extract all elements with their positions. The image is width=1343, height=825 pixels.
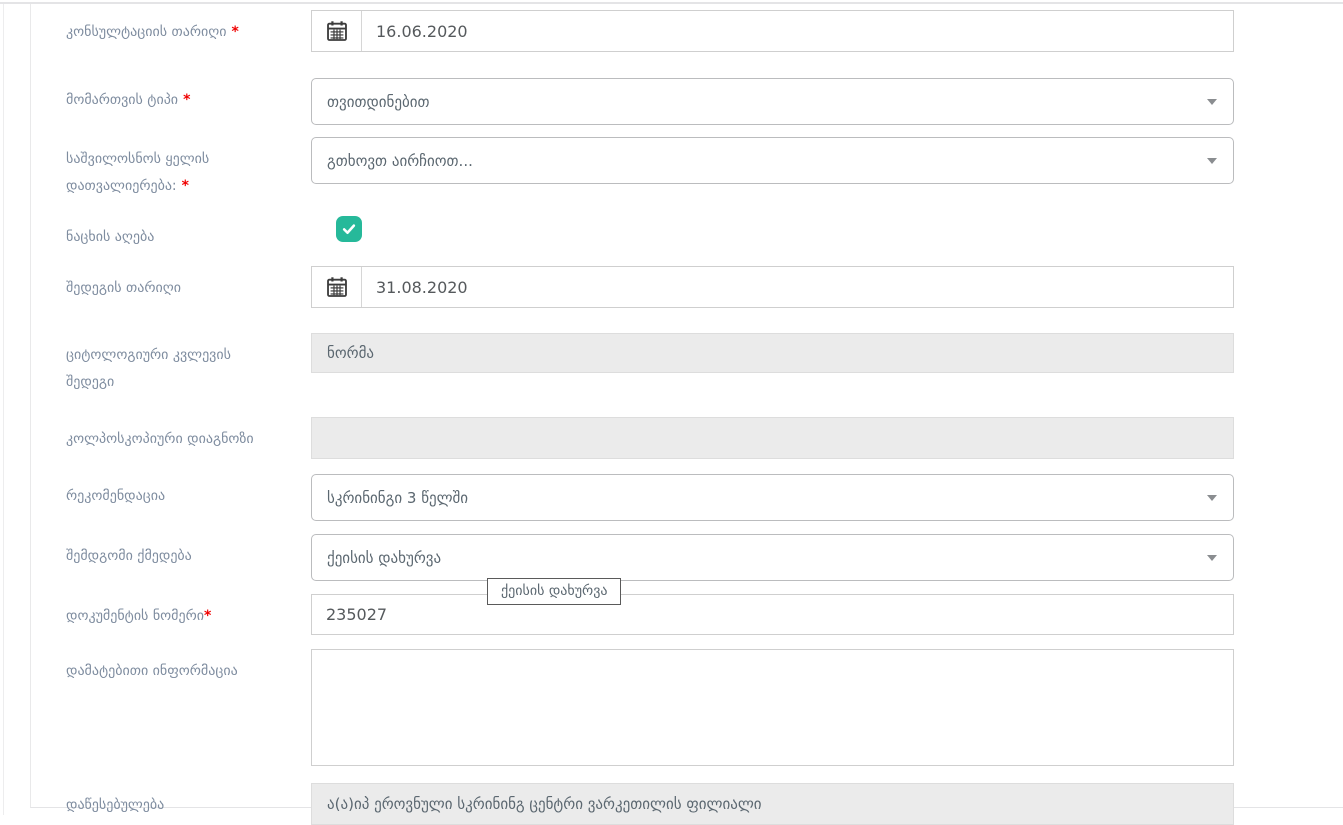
form-row-result-date: შედეგის თარიღი: [66, 266, 1343, 308]
result-date-input[interactable]: [362, 267, 1233, 307]
smear-taken-checkbox[interactable]: [336, 216, 362, 242]
date-input-group: [311, 266, 1234, 308]
field-label: შემდგომი ქმედება: [66, 534, 311, 570]
field-label-text: ციტოლოგიური კვლევის შედეგი: [66, 347, 231, 390]
field-label: მომართვის ტიპი *: [66, 78, 311, 114]
field-label: საშვილოსნოს ყელის დათვალიერება:*: [66, 137, 311, 200]
field-label-text: კოლპოსკოპიური დიაგნოზი: [66, 431, 254, 447]
tooltip-text: ქეისის დახურვა: [501, 583, 607, 599]
field-label-text: შემდგომი ქმედება: [66, 548, 192, 564]
field-label-text: დოკუმენტის ნომერი: [66, 608, 204, 624]
calendar-button[interactable]: [312, 267, 362, 307]
field-label: დაწესებულება: [66, 783, 311, 819]
form-row-institution: დაწესებულება ა(ა)იპ ეროვნული სკრინინგ ცე…: [66, 783, 1343, 825]
field-value: ნორმა: [327, 344, 374, 362]
required-asterisk: *: [231, 24, 238, 40]
check-icon: [340, 220, 358, 238]
chevron-down-icon: [1207, 158, 1217, 164]
form-row-recommendation: რეკომენდაცია სკრინინგი 3 წელში: [66, 474, 1343, 521]
form-row-consultation-date: კონსულტაციის თარიღი *: [66, 10, 1343, 52]
calendar-icon: [326, 20, 348, 42]
selected-value: გთხოვთ აირჩიოთ...: [327, 152, 473, 170]
form-row-additional-info: დამატებითი ინფორმაცია: [66, 649, 1343, 770]
selected-value: თვითდინებით: [327, 93, 430, 111]
cervix-examination-select[interactable]: გთხოვთ აირჩიოთ...: [311, 137, 1234, 184]
field-label-text: დაწესებულება: [66, 797, 164, 813]
outer-left-border: [3, 4, 4, 815]
recommendation-select[interactable]: სკრინინგი 3 წელში: [311, 474, 1234, 521]
colposcopy-diagnosis-field: [311, 417, 1234, 459]
field-label: რეკომენდაცია: [66, 474, 311, 510]
field-label: შედეგის თარიღი: [66, 266, 311, 302]
calendar-button[interactable]: [312, 11, 362, 51]
institution-field: ა(ა)იპ ეროვნული სკრინინგ ცენტრი ვარკეთილ…: [311, 783, 1234, 825]
field-label: დოკუმენტის ნომერი*: [66, 594, 311, 630]
form-row-colposcopy-diagnosis: კოლპოსკოპიური დიაგნოზი: [66, 417, 1343, 459]
next-action-select[interactable]: ქეისის დახურვა: [311, 534, 1234, 581]
form-row-referral-type: მომართვის ტიპი * თვითდინებით: [66, 78, 1343, 125]
field-label: კონსულტაციის თარიღი *: [66, 10, 311, 46]
form-row-cytology-result: ციტოლოგიური კვლევის შედეგი ნორმა: [66, 333, 1343, 396]
required-asterisk: *: [183, 92, 190, 108]
field-label-text: შედეგის თარიღი: [66, 280, 181, 296]
field-label: ნაცხის აღება: [66, 215, 311, 251]
field-label-text: დამატებითი ინფორმაცია: [66, 663, 238, 679]
tooltip: ქეისის დახურვა: [487, 578, 621, 605]
field-label-text: რეკომენდაცია: [66, 488, 165, 504]
form-panel: კონსულტაციის თარიღი *: [30, 4, 1343, 808]
document-number-input[interactable]: [311, 594, 1234, 635]
field-label: კოლპოსკოპიური დიაგნოზი: [66, 417, 311, 453]
required-asterisk: *: [204, 608, 211, 624]
date-input-group: [311, 10, 1234, 52]
field-value: ა(ა)იპ ეროვნული სკრინინგ ცენტრი ვარკეთილ…: [327, 795, 762, 813]
selected-value: სკრინინგი 3 წელში: [327, 489, 468, 507]
field-label-text: ნაცხის აღება: [66, 229, 154, 245]
chevron-down-icon: [1207, 495, 1217, 501]
referral-type-select[interactable]: თვითდინებით: [311, 78, 1234, 125]
required-asterisk: *: [182, 178, 189, 194]
field-label: ციტოლოგიური კვლევის შედეგი: [66, 333, 311, 396]
form-row-next-action: შემდგომი ქმედება ქეისის დახურვა ქეისის დ…: [66, 534, 1343, 581]
calendar-icon: [326, 276, 348, 298]
chevron-down-icon: [1207, 555, 1217, 561]
form-row-document-number: დოკუმენტის ნომერი*: [66, 594, 1343, 635]
field-label-text: მომართვის ტიპი: [66, 92, 178, 108]
form-row-cervix-examination: საშვილოსნოს ყელის დათვალიერება:* გთხოვთ …: [66, 137, 1343, 200]
chevron-down-icon: [1207, 99, 1217, 105]
cytology-result-field: ნორმა: [311, 333, 1234, 373]
field-label-text: კონსულტაციის თარიღი: [66, 24, 226, 40]
consultation-date-input[interactable]: [362, 11, 1233, 51]
form-row-smear-taken: ნაცხის აღება: [66, 215, 1343, 251]
additional-info-textarea[interactable]: [311, 649, 1234, 766]
selected-value: ქეისის დახურვა: [327, 549, 441, 567]
field-label: დამატებითი ინფორმაცია: [66, 649, 311, 685]
